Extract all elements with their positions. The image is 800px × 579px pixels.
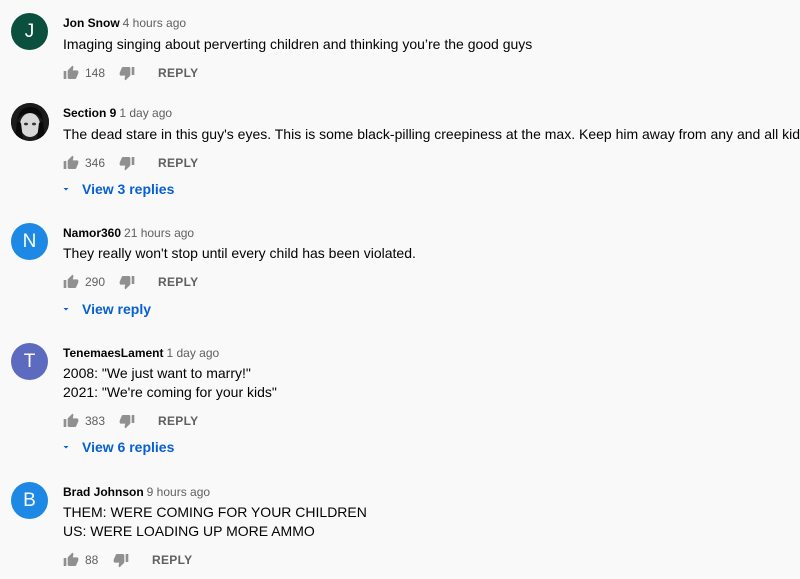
- comment-line: Imaging singing about perverting childre…: [63, 36, 533, 52]
- comment-text: Imaging singing about perverting childre…: [63, 35, 532, 54]
- thumbs-up-icon[interactable]: [63, 155, 79, 171]
- comment-text: They really won't stop until every child…: [63, 244, 416, 263]
- author-name[interactable]: Brad Johnson: [63, 485, 144, 499]
- author-name[interactable]: Jon Snow: [63, 16, 120, 30]
- reply-button[interactable]: REPLY: [158, 414, 198, 428]
- comment-line: US: WERE LOADING UP MORE AMMO: [63, 523, 315, 539]
- avatar[interactable]: B: [11, 482, 48, 519]
- caret-down-icon: [60, 441, 72, 453]
- comment-actions: 346 REPLY: [63, 155, 198, 171]
- caret-down-icon: [60, 303, 72, 315]
- comment-time[interactable]: 4 hours ago: [123, 16, 186, 30]
- like-count: 148: [85, 66, 106, 80]
- avatar[interactable]: N: [11, 223, 48, 260]
- comment-text: The dead stare in this guy's eyes. This …: [63, 125, 800, 144]
- comment-text: THEM: WERE COMING FOR YOUR CHILDREN US: …: [63, 503, 367, 541]
- like-count: 290: [85, 275, 106, 289]
- comment-time[interactable]: 9 hours ago: [147, 485, 210, 499]
- comment-time[interactable]: 21 hours ago: [124, 226, 194, 240]
- thumbs-up-icon[interactable]: [63, 65, 79, 81]
- like-count: 88: [85, 553, 99, 567]
- like-count: 383: [85, 414, 106, 428]
- thumbs-up-icon[interactable]: [63, 274, 79, 290]
- thumbs-down-icon[interactable]: [119, 155, 135, 171]
- comment-actions: 88 REPLY: [63, 552, 192, 568]
- comment-actions: 148 REPLY: [63, 65, 198, 81]
- thumbs-up-icon[interactable]: [63, 413, 79, 429]
- comment-line: 2021: "We're coming for your kids": [63, 384, 277, 400]
- avatar[interactable]: J: [11, 13, 48, 50]
- view-replies-label: View 6 replies: [82, 439, 175, 455]
- thumbs-down-icon[interactable]: [119, 274, 135, 290]
- comment-actions: 383 REPLY: [63, 413, 198, 429]
- comment-actions: 290 REPLY: [63, 274, 198, 290]
- comment-header: Brad Johnson 9 hours ago: [63, 485, 210, 499]
- reply-button[interactable]: REPLY: [152, 553, 192, 567]
- caret-down-icon: [60, 183, 72, 195]
- comment-time[interactable]: 1 day ago: [119, 106, 172, 120]
- thumbs-up-icon[interactable]: [63, 552, 79, 568]
- comment-header: TenemaesLament 1 day ago: [63, 346, 219, 360]
- avatar[interactable]: [11, 103, 49, 141]
- view-replies-button[interactable]: View 3 replies: [60, 181, 174, 197]
- thumbs-down-icon[interactable]: [119, 413, 135, 429]
- view-replies-button[interactable]: View reply: [60, 301, 151, 317]
- comment-line: The dead stare in this guy's eyes. This …: [63, 126, 800, 142]
- avatar[interactable]: T: [11, 343, 48, 380]
- author-name[interactable]: TenemaesLament: [63, 346, 163, 360]
- comment-line: 2008: "We just want to marry!": [63, 365, 251, 381]
- author-name[interactable]: Section 9: [63, 106, 116, 120]
- thumbs-down-icon[interactable]: [113, 552, 129, 568]
- reply-button[interactable]: REPLY: [158, 66, 198, 80]
- like-count: 346: [85, 156, 106, 170]
- thumbs-down-icon[interactable]: [119, 65, 135, 81]
- reply-button[interactable]: REPLY: [158, 156, 198, 170]
- comment-text: 2008: "We just want to marry!" 2021: "We…: [63, 364, 277, 402]
- comment-header: Section 91 day ago: [63, 106, 172, 120]
- reply-button[interactable]: REPLY: [158, 275, 198, 289]
- author-name[interactable]: Namor360: [63, 226, 121, 240]
- comment-line: THEM: WERE COMING FOR YOUR CHILDREN: [63, 504, 367, 520]
- comment-time[interactable]: 1 day ago: [166, 346, 219, 360]
- comment-header: Jon Snow 4 hours ago: [63, 16, 186, 30]
- view-replies-label: View reply: [82, 301, 152, 317]
- comment-line: They really won't stop until every child…: [63, 245, 416, 261]
- view-replies-label: View 3 replies: [82, 181, 175, 197]
- comment-header: Namor360 21 hours ago: [63, 226, 194, 240]
- view-replies-button[interactable]: View 6 replies: [60, 439, 174, 455]
